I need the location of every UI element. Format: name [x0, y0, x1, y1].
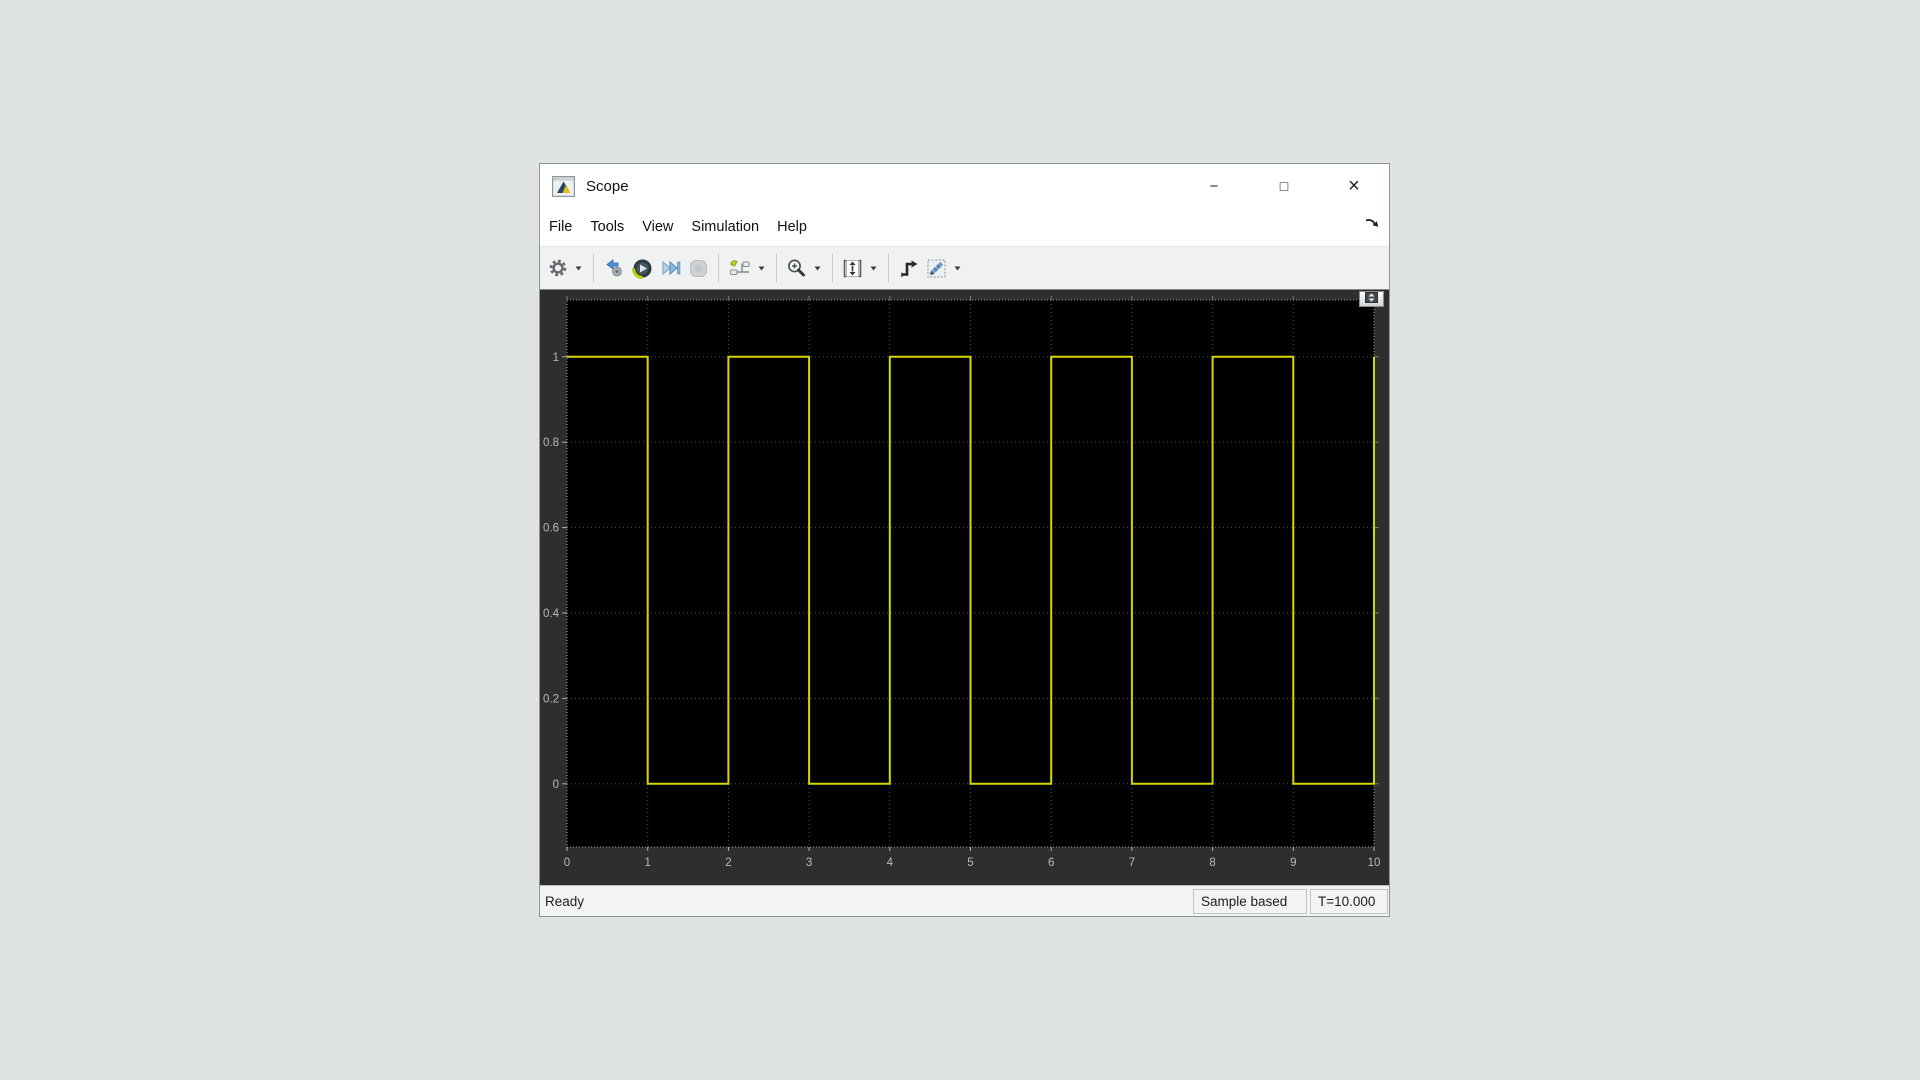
zoom-button[interactable] [783, 252, 826, 284]
dropdown-arrow-icon[interactable] [868, 266, 879, 271]
caption-buttons: − □ × [1185, 168, 1389, 204]
sample-mode-panel: Sample based [1193, 889, 1307, 914]
sample-mode-text: Sample based [1201, 894, 1287, 909]
menu-bar: FileToolsViewSimulationHelp [540, 208, 1389, 246]
scope-window-icon [552, 176, 575, 197]
titlebar[interactable]: Scope − □ × [540, 164, 1389, 208]
step-forward-button[interactable] [656, 252, 684, 284]
svg-text:0: 0 [564, 857, 570, 869]
plot-panel: 0 1 2 3 4 5 6 7 8 9 10 0 0.2 0.4 0.6 0.8 1 [540, 289, 1389, 885]
svg-text:1: 1 [553, 352, 559, 364]
menu-file[interactable]: File [540, 219, 581, 235]
dropdown-arrow-icon[interactable] [756, 266, 767, 271]
maximize-axes-icon [1365, 290, 1378, 308]
run-button[interactable] [628, 252, 656, 284]
stop-button [684, 252, 712, 284]
toolbar-separator [718, 254, 719, 282]
stop-icon [689, 259, 708, 278]
toolbar-separator [832, 254, 833, 282]
measure-icon [926, 258, 947, 279]
dropdown-arrow-icon[interactable] [952, 266, 963, 271]
svg-text:4: 4 [887, 857, 894, 869]
scale-axes-button[interactable] [839, 252, 882, 284]
svg-text:0.8: 0.8 [543, 437, 559, 449]
svg-text:6: 6 [1048, 857, 1054, 869]
svg-text:9: 9 [1290, 857, 1296, 869]
svg-text:0.2: 0.2 [543, 693, 559, 705]
signals-icon [728, 258, 751, 278]
menu-tools[interactable]: Tools [581, 219, 633, 235]
cursor-measurements-button[interactable] [923, 252, 966, 284]
magnifier-icon [786, 258, 807, 279]
sim-time-text: T=10.000 [1318, 894, 1375, 909]
toolbar-separator [776, 254, 777, 282]
trigger-button[interactable] [895, 252, 923, 284]
sim-time-panel: T=10.000 [1310, 889, 1388, 914]
svg-text:8: 8 [1209, 857, 1215, 869]
close-button[interactable]: × [1325, 168, 1383, 204]
configuration-button[interactable] [545, 252, 587, 284]
goto-block-icon [603, 258, 625, 278]
toolbar [540, 246, 1389, 289]
menu-simulation[interactable]: Simulation [682, 219, 768, 235]
svg-text:0.6: 0.6 [543, 523, 559, 535]
menu-view[interactable]: View [633, 219, 682, 235]
svg-text:0.4: 0.4 [543, 608, 560, 620]
menu-bar-items: FileToolsViewSimulationHelp [540, 219, 816, 235]
status-bar: Ready Sample based T=10.000 [540, 885, 1389, 916]
status-text: Ready [545, 894, 584, 909]
scope-window: Scope − □ × FileToolsViewSimulationHelp … [539, 163, 1390, 917]
minimize-button[interactable]: − [1185, 168, 1243, 204]
scope-plot[interactable]: 0 1 2 3 4 5 6 7 8 9 10 0 0.2 0.4 0.6 0.8 1 [540, 290, 1389, 885]
toolbar-separator [888, 254, 889, 282]
svg-text:0: 0 [553, 779, 559, 791]
svg-text:3: 3 [806, 857, 812, 869]
toolbar-separator [593, 254, 594, 282]
gear-icon [548, 258, 568, 278]
signal-selector-button[interactable] [725, 252, 770, 284]
dropdown-arrow-icon[interactable] [812, 266, 823, 271]
undock-arrow-icon[interactable] [1364, 217, 1379, 235]
svg-text:10: 10 [1368, 857, 1381, 869]
maximize-axes-button[interactable] [1359, 291, 1384, 307]
svg-text:7: 7 [1129, 857, 1135, 869]
window-title: Scope [586, 178, 629, 195]
step-icon [660, 259, 681, 277]
svg-text:2: 2 [725, 857, 731, 869]
highlight-simulink-block-button[interactable] [600, 252, 628, 284]
run-icon [632, 258, 653, 279]
trigger-icon [899, 259, 919, 278]
dropdown-arrow-icon[interactable] [573, 266, 584, 271]
menu-help[interactable]: Help [768, 219, 816, 235]
svg-text:5: 5 [967, 857, 973, 869]
svg-text:1: 1 [644, 857, 650, 869]
maximize-button[interactable]: □ [1255, 168, 1313, 204]
fit-icon [842, 258, 863, 279]
